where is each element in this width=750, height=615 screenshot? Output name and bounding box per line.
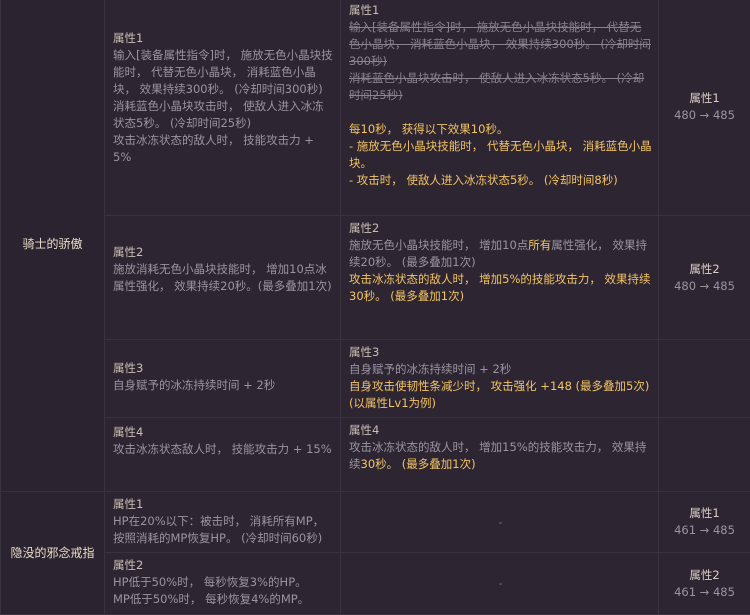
- old-effect-cell: 属性2 HP低于50%时， 每秒恢复3%的HP。 MP低于50%时， 每秒恢复4…: [105, 553, 341, 615]
- effect-line: HP低于50%时， 每秒恢复3%的HP。: [113, 574, 334, 591]
- effect-line: 自身赋予的冰冻持续时间 + 2秒: [113, 377, 334, 394]
- effect-line: HP在20%以下：被击时， 消耗所有MP，按照消耗的MP恢复HP。 (冷却时间6…: [113, 513, 334, 547]
- level-value: 480 → 485: [659, 278, 750, 295]
- table-row: 骑士的骄傲 属性1 输入[装备属性指令]时， 施放无色小晶块技能时， 代替无色小…: [1, 0, 750, 216]
- ring-compare-table: 骑士的骄傲 属性1 输入[装备属性指令]时， 施放无色小晶块技能时， 代替无色小…: [0, 0, 750, 615]
- effect-line: 自身赋予的冰冻持续时间 + 2秒: [349, 361, 652, 378]
- removed-effect-line: 消耗蓝色小晶块攻击时， 使敌人进入冰冻状态5秒。 (冷却时间25秒): [349, 70, 652, 104]
- level-value: 461 → 485: [659, 584, 750, 601]
- table-row: 属性2 施放消耗无色小晶块技能时， 增加10点冰属性强化， 效果持续20秒。(最…: [1, 216, 750, 340]
- effect-line: 施放无色小晶块技能时， 增加10点所有属性强化， 效果持续20秒。 (最多叠加1…: [349, 237, 652, 271]
- level-value: 461 → 485: [659, 522, 750, 539]
- ring-name: 隐没的邪念戒指: [1, 492, 105, 615]
- level-title: 属性2: [659, 567, 750, 584]
- new-effect-cell: 属性1 输入[装备属性指令]时， 施放无色小晶块技能时， 代替无色小晶块， 消耗…: [341, 0, 659, 216]
- effect-text: 施放无色小晶块技能时， 增加10点: [349, 238, 528, 252]
- added-effect-line: - 施放无色小晶块技能时， 代替无色小晶块， 消耗蓝色小晶块。: [349, 138, 652, 172]
- old-effect-cell: 属性1 HP在20%以下：被击时， 消耗所有MP，按照消耗的MP恢复HP。 (冷…: [105, 492, 341, 553]
- new-effect-empty: -: [341, 553, 659, 615]
- effect-line: 攻击冰冻状态的敌人时， 增加15%的技能攻击力， 效果持续30秒。 (最多叠加1…: [349, 439, 652, 473]
- old-effect-cell: 属性3 自身赋予的冰冻持续时间 + 2秒: [105, 340, 341, 418]
- attr-title: 属性1: [349, 2, 652, 19]
- level-title: 属性1: [659, 90, 750, 107]
- level-cell-empty: [659, 340, 750, 418]
- table-row: 属性3 自身赋予的冰冻持续时间 + 2秒 属性3 自身赋予的冰冻持续时间 + 2…: [1, 340, 750, 418]
- added-effect-line: 攻击冰冻状态的敌人时， 增加5%的技能攻击力， 效果持续30秒。 (最多叠加1次…: [349, 271, 652, 305]
- new-effect-cell: 属性3 自身赋予的冰冻持续时间 + 2秒 自身攻击使韧性条减少时， 攻击强化 +…: [341, 340, 659, 418]
- level-title: 属性1: [659, 505, 750, 522]
- effect-highlight: 30秒。 (最多叠加1次): [361, 457, 476, 471]
- effect-line: 攻击冰冻状态敌人时， 技能攻击力 + 15%: [113, 441, 334, 458]
- added-effect-line: 自身攻击使韧性条减少时， 攻击强化 +148 (最多叠加5次) (以属性Lv1为…: [349, 378, 652, 412]
- attr-title: 属性3: [349, 344, 652, 361]
- table-row: 属性4 攻击冰冻状态敌人时， 技能攻击力 + 15% 属性4 攻击冰冻状态的敌人…: [1, 418, 750, 492]
- added-effect-line: 每10秒， 获得以下效果10秒。: [349, 121, 652, 138]
- ring-name: 骑士的骄傲: [1, 0, 105, 492]
- level-cell-empty: [659, 418, 750, 492]
- new-effect-cell: 属性2 施放无色小晶块技能时， 增加10点所有属性强化， 效果持续20秒。 (最…: [341, 216, 659, 340]
- effect-highlight: 所有: [528, 238, 551, 252]
- level-cell: 属性2 480 → 485: [659, 216, 750, 340]
- table-row: 属性2 HP低于50%时， 每秒恢复3%的HP。 MP低于50%时， 每秒恢复4…: [1, 553, 750, 615]
- attr-title: 属性2: [349, 220, 652, 237]
- effect-line: MP低于50%时， 每秒恢复4%的MP。: [113, 591, 334, 608]
- new-effect-cell: 属性4 攻击冰冻状态的敌人时， 增加15%的技能攻击力， 效果持续30秒。 (最…: [341, 418, 659, 492]
- level-title: 属性2: [659, 261, 750, 278]
- effect-line: 施放消耗无色小晶块技能时， 增加10点冰属性强化， 效果持续20秒。(最多叠加1…: [113, 261, 334, 295]
- effect-line: 消耗蓝色小晶块攻击时， 使敌人进入冰冻状态5秒。 (冷却时间25秒): [113, 98, 334, 132]
- level-cell: 属性1 461 → 485: [659, 492, 750, 553]
- attr-title: 属性1: [113, 496, 334, 513]
- attr-title: 属性4: [349, 422, 652, 439]
- attr-title: 属性2: [113, 557, 334, 574]
- level-cell: 属性1 480 → 485: [659, 0, 750, 216]
- removed-effect-line: 输入[装备属性指令]时， 施放无色小晶块技能时， 代替无色小晶块， 消耗蓝色小晶…: [349, 19, 652, 70]
- old-effect-cell: 属性4 攻击冰冻状态敌人时， 技能攻击力 + 15%: [105, 418, 341, 492]
- effect-line: 攻击冰冻状态的敌人时， 技能攻击力 + 5%: [113, 132, 334, 166]
- effect-line: 输入[装备属性指令]时， 施放无色小晶块技能时， 代替无色小晶块， 消耗蓝色小晶…: [113, 47, 334, 98]
- old-effect-cell: 属性1 输入[装备属性指令]时， 施放无色小晶块技能时， 代替无色小晶块， 消耗…: [105, 0, 341, 216]
- level-value: 480 → 485: [659, 107, 750, 124]
- table-row: 隐没的邪念戒指 属性1 HP在20%以下：被击时， 消耗所有MP，按照消耗的MP…: [1, 492, 750, 553]
- attr-title: 属性2: [113, 244, 334, 261]
- added-effect-line: - 攻击时， 使敌人进入冰冻状态5秒。 (冷却时间8秒): [349, 172, 652, 189]
- attr-title: 属性1: [113, 30, 334, 47]
- level-cell: 属性2 461 → 485: [659, 553, 750, 615]
- new-effect-empty: -: [341, 492, 659, 553]
- attr-title: 属性4: [113, 424, 334, 441]
- old-effect-cell: 属性2 施放消耗无色小晶块技能时， 增加10点冰属性强化， 效果持续20秒。(最…: [105, 216, 341, 340]
- attr-title: 属性3: [113, 360, 334, 377]
